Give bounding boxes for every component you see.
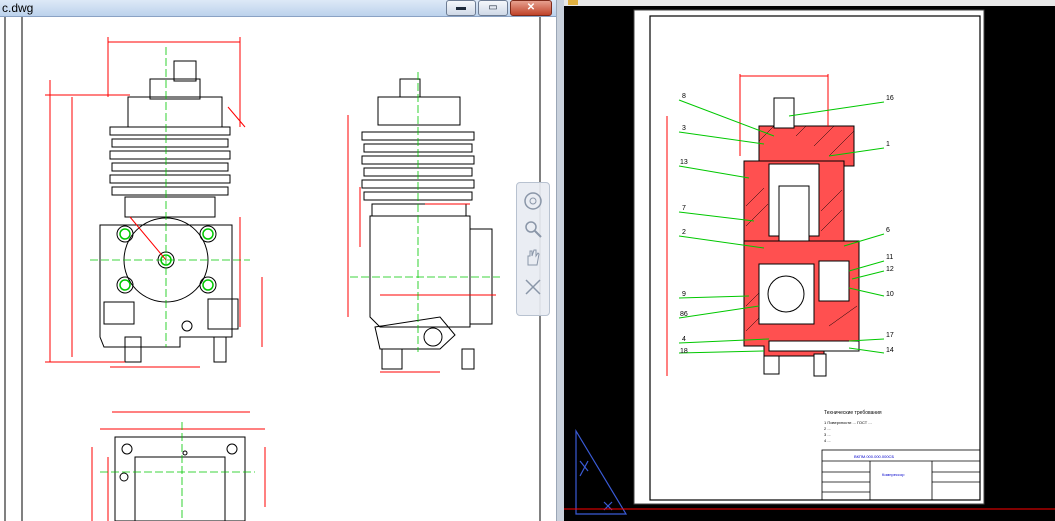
bolt-highlights — [119, 228, 214, 291]
front-dimensions — [45, 37, 263, 368]
left-drawing-window: c.dwg ▬ ▭ ✕ — [0, 0, 558, 521]
part-label: 16 — [886, 95, 894, 102]
orbit-icon[interactable] — [523, 277, 543, 297]
part-label: 3 — [682, 125, 686, 132]
part-label: 9 — [682, 291, 686, 298]
window-controls: ▬ ▭ ✕ — [446, 0, 552, 16]
drawing-canvas-right[interactable]: 8 3 13 7 2 9 86 4 18 16 1 6 11 12 10 17 … — [564, 6, 1055, 521]
part-label: 6 — [886, 227, 890, 234]
part-label: 86 — [680, 311, 688, 318]
window-title-bar[interactable]: c.dwg ▬ ▭ ✕ — [0, 0, 556, 17]
drawing-canvas-left[interactable] — [0, 17, 552, 521]
part-label: 12 — [886, 266, 894, 273]
part-label: 11 — [886, 254, 893, 261]
flange-dimensions — [91, 411, 266, 521]
notes-heading: Технические требования — [824, 410, 882, 416]
note-line: 1 Поверхности ... ГОСТ ... — [824, 420, 872, 425]
close-button[interactable]: ✕ — [510, 0, 552, 16]
steering-wheel-icon[interactable] — [523, 191, 543, 211]
part-label: 1 — [886, 141, 890, 148]
right-drawing-window: 8 3 13 7 2 9 86 4 18 16 1 6 11 12 10 17 … — [564, 0, 1055, 521]
window-title: c.dwg — [2, 1, 34, 15]
part-label: 14 — [886, 347, 894, 354]
section-view — [743, 97, 860, 377]
part-label: 2 — [682, 229, 686, 236]
note-line: 3 ... — [824, 432, 831, 437]
note-line: 4 ... — [824, 438, 831, 443]
part-label: 4 — [682, 336, 686, 343]
pan-hand-icon[interactable] — [523, 247, 543, 267]
part-label: 17 — [886, 332, 894, 339]
part-label: 13 — [680, 159, 688, 166]
part-label: 7 — [682, 205, 686, 212]
navigation-bar — [516, 182, 550, 316]
maximize-button[interactable]: ▭ — [478, 0, 508, 16]
part-label: 18 — [680, 348, 688, 355]
stamp-code: ВКПМ.000.000.000СБ — [854, 454, 894, 459]
file-tab[interactable] — [568, 0, 578, 5]
side-view — [361, 78, 493, 370]
part-label: 8 — [682, 93, 686, 100]
flange-view — [114, 436, 246, 521]
note-line: 2 ... — [824, 426, 831, 431]
zoom-icon[interactable] — [523, 219, 543, 239]
front-view — [99, 60, 239, 363]
part-label: 10 — [886, 291, 894, 298]
minimize-button[interactable]: ▬ — [446, 0, 476, 16]
ucs-icon — [575, 428, 628, 515]
stamp-title: Компрессор — [882, 472, 905, 477]
